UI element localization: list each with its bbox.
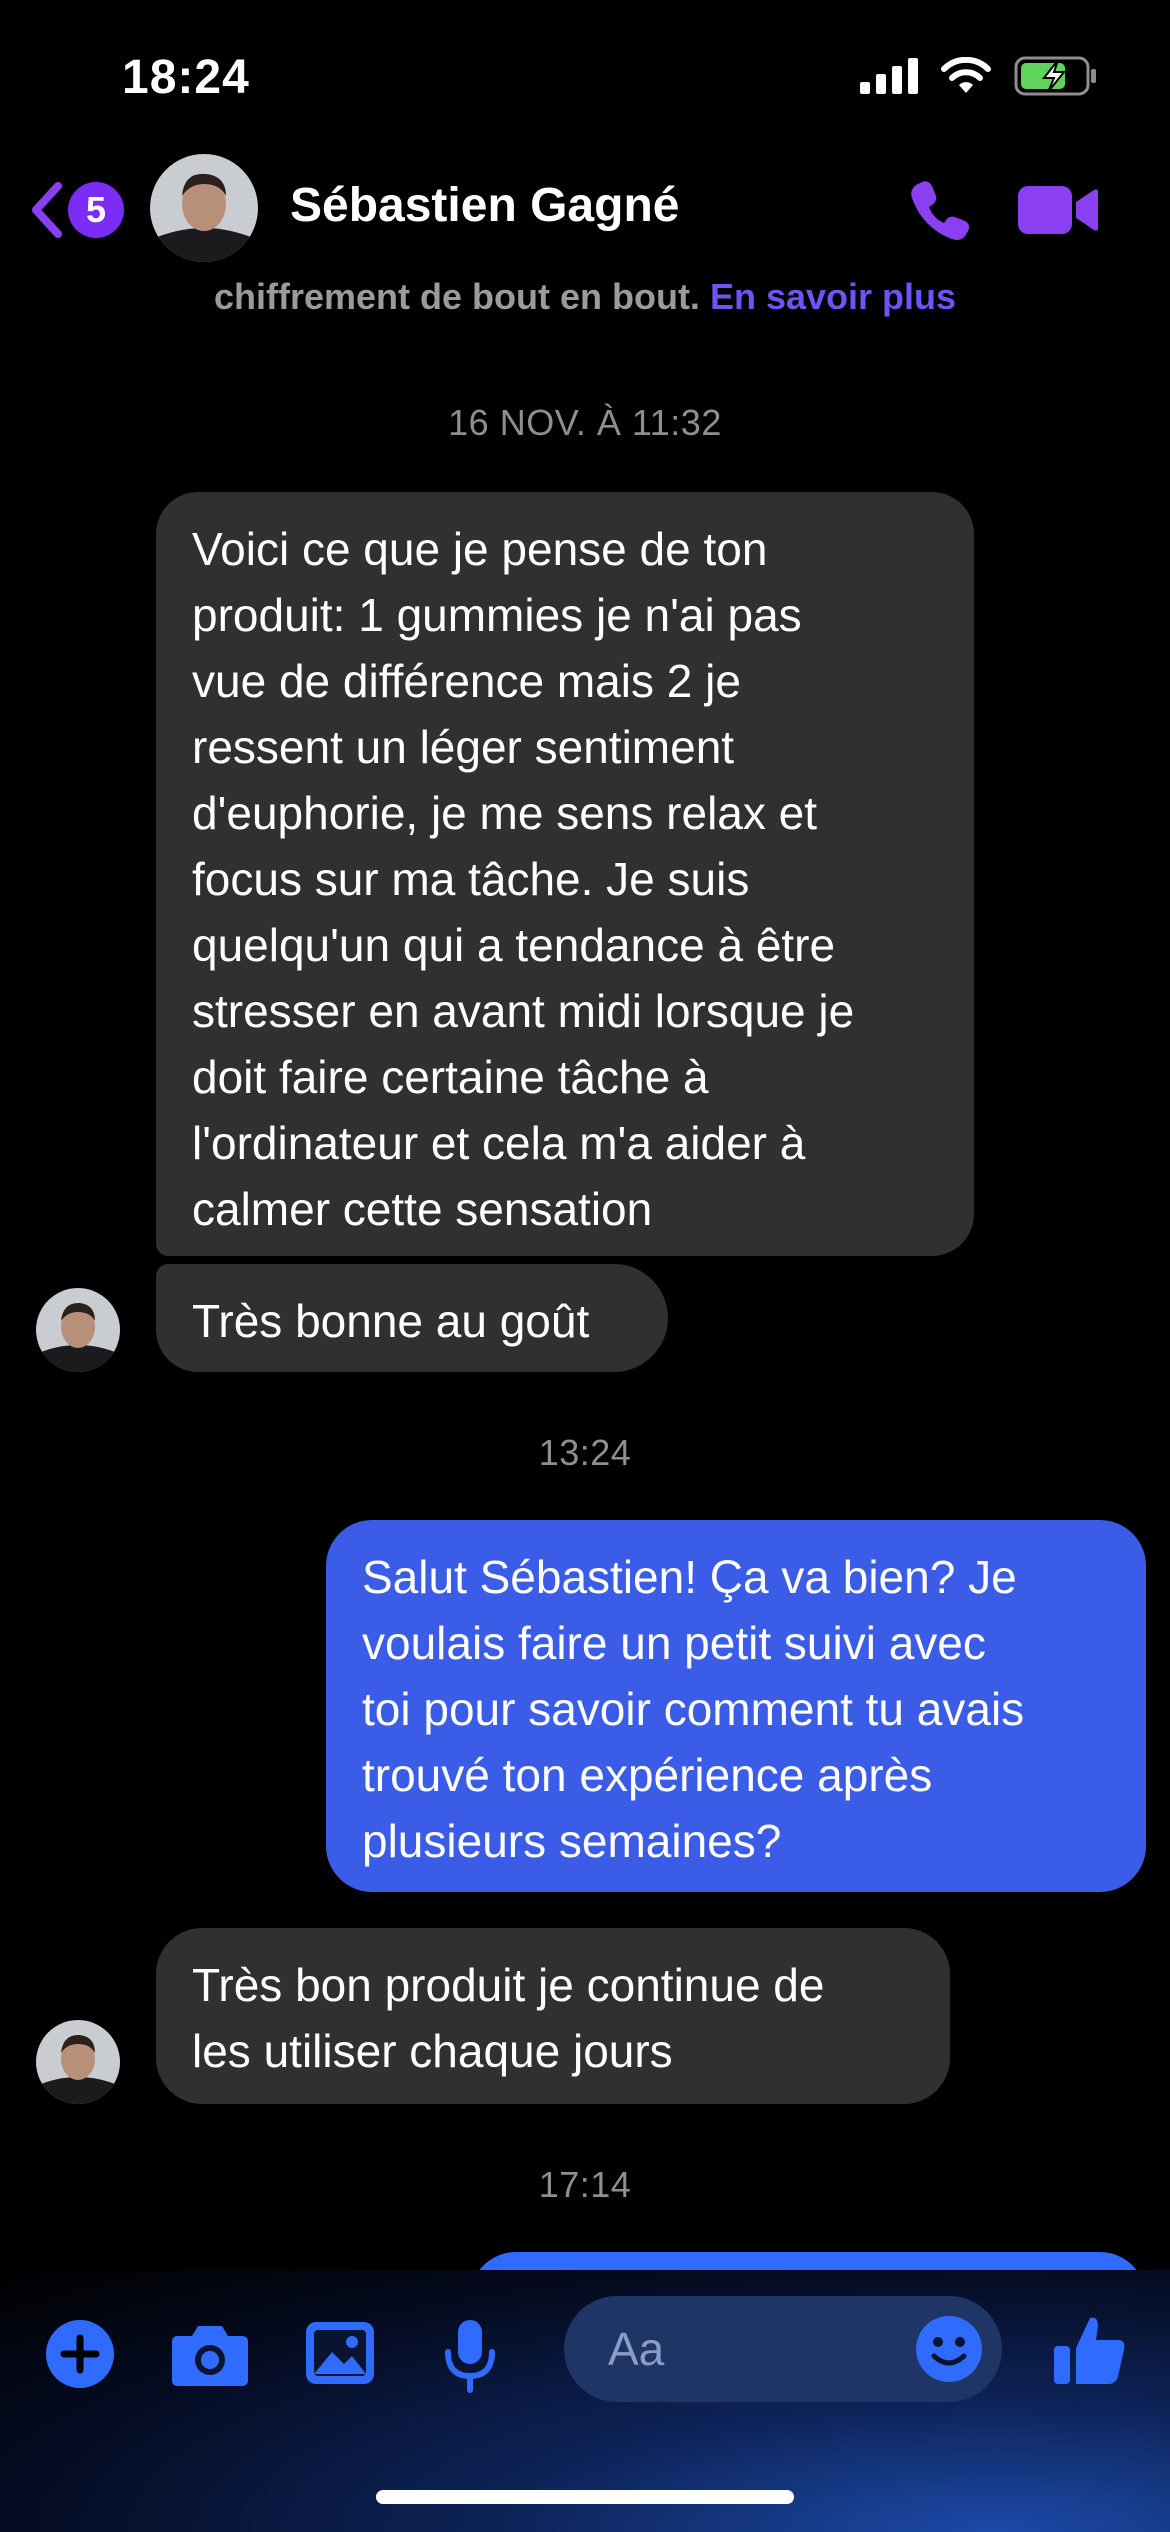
chevron-left-icon xyxy=(32,182,62,238)
battery-charging-icon xyxy=(1014,56,1096,96)
chat-header: 5 Sébastien Gagné xyxy=(0,150,1170,270)
thumbs-up-icon xyxy=(1054,2317,1125,2384)
sender-avatar xyxy=(36,1288,120,1372)
home-indicator xyxy=(376,2490,794,2504)
phone-icon xyxy=(911,181,969,240)
unread-count-badge: 5 xyxy=(68,182,124,238)
status-time: 18:24 xyxy=(122,51,250,104)
message-timestamp: 13:24 xyxy=(538,1432,632,1473)
status-bar: 18:24 xyxy=(0,0,1170,150)
message-timestamp: 17:14 xyxy=(538,2164,632,2205)
camera-button[interactable] xyxy=(170,2318,250,2395)
encryption-notice: chiffrement de bout en bout. En savoir p… xyxy=(0,276,1170,318)
video-camera-icon xyxy=(1018,186,1098,234)
video-call-button[interactable] xyxy=(1018,182,1098,243)
back-button[interactable]: 5 xyxy=(28,180,124,240)
like-button[interactable] xyxy=(1052,2312,1128,2393)
add-button[interactable] xyxy=(44,2318,116,2395)
cellular-signal-icon xyxy=(860,58,918,94)
incoming-message[interactable]: Voici ce que je pense de ton produit: 1 … xyxy=(156,492,974,1256)
plus-icon xyxy=(46,2320,114,2388)
sender-avatar xyxy=(36,2020,120,2104)
message-input[interactable]: Aa xyxy=(564,2296,1002,2402)
photo-icon xyxy=(306,2322,374,2384)
emoji-button[interactable] xyxy=(914,2314,984,2389)
incoming-message[interactable]: Très bonne au goût xyxy=(156,1264,668,1372)
wifi-icon xyxy=(941,57,991,93)
outgoing-message[interactable]: Salut Sébastien! Ça va bien? Je voulais … xyxy=(326,1520,1146,1892)
gallery-button[interactable] xyxy=(304,2318,376,2395)
microphone-icon xyxy=(445,2320,495,2393)
status-icons xyxy=(860,56,1098,96)
contact-avatar[interactable] xyxy=(150,154,258,262)
emoji-icon xyxy=(916,2316,982,2382)
camera-icon xyxy=(172,2326,248,2386)
voice-message-button[interactable] xyxy=(442,2318,498,2399)
encryption-text: chiffrement de bout en bout. xyxy=(213,276,700,317)
message-input-placeholder: Aa xyxy=(608,2323,665,2375)
contact-name[interactable]: Sébastien Gagné xyxy=(290,178,679,233)
incoming-message[interactable]: Très bon produit je continue de les util… xyxy=(156,1928,950,2104)
message-timestamp: 16 NOV. À 11:32 xyxy=(448,402,722,443)
learn-more-link[interactable]: En savoir plus xyxy=(710,276,956,317)
audio-call-button[interactable] xyxy=(908,178,972,247)
